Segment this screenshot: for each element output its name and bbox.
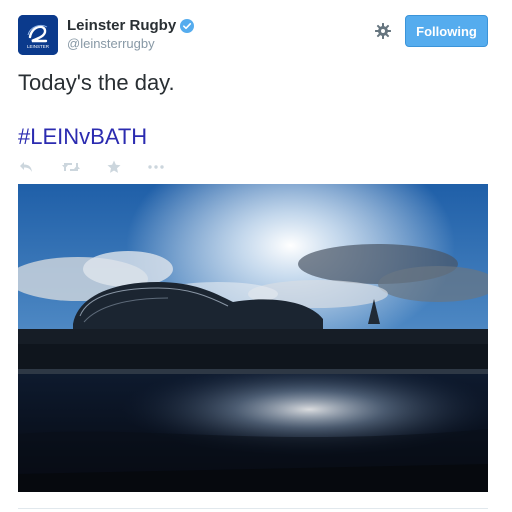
hashtag-link[interactable]: #LEINvBATH — [18, 123, 147, 151]
retweet-icon[interactable] — [62, 159, 80, 175]
tweet-actions — [18, 159, 166, 175]
display-name[interactable]: Leinster Rugby — [67, 17, 176, 34]
name-row: Leinster Rugby — [67, 17, 195, 34]
tweet-text: Today's the day. — [18, 70, 175, 95]
reply-icon[interactable] — [18, 159, 34, 175]
verified-badge-icon — [180, 18, 195, 33]
divider — [18, 508, 488, 509]
user-handle[interactable]: @leinsterrugby — [67, 36, 155, 51]
tweet-card: LEINSTER Leinster Rugby @leinsterrugby F… — [0, 0, 512, 512]
star-icon[interactable] — [106, 159, 122, 175]
following-button[interactable]: Following — [405, 15, 488, 47]
avatar[interactable]: LEINSTER — [18, 15, 58, 55]
more-dots-icon[interactable] — [146, 159, 166, 175]
leinster-logo-icon: LEINSTER — [18, 15, 58, 55]
gear-icon[interactable] — [372, 20, 394, 42]
avatar-text: LEINSTER — [27, 44, 50, 49]
tweet-photo[interactable] — [18, 184, 488, 492]
